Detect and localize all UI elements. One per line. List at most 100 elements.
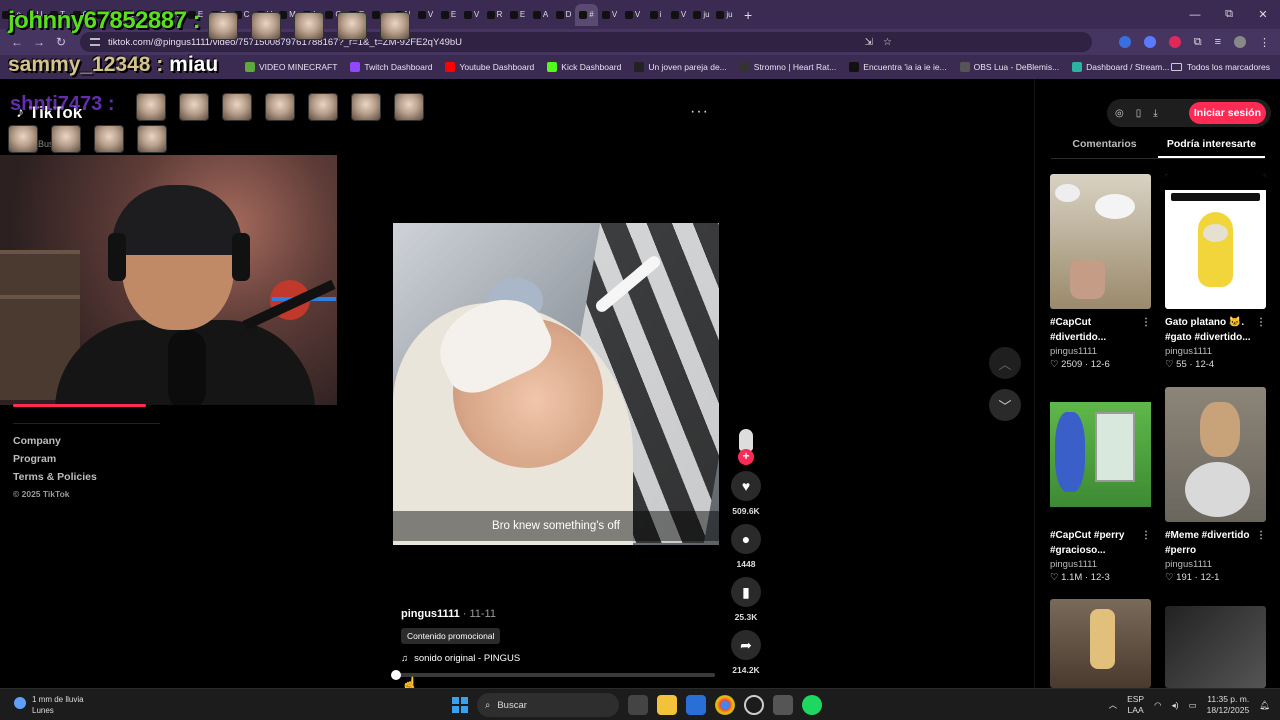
browser-tab[interactable]: # [575, 3, 598, 26]
weather-widget[interactable]: 1 mm de lluvia Lunes [14, 694, 84, 716]
extension-icon[interactable] [1168, 36, 1181, 48]
browser-tab[interactable]: E [506, 4, 529, 26]
windows-start-icon[interactable] [452, 697, 468, 713]
all-bookmarks-button[interactable]: Todos los marcadores [1170, 55, 1270, 79]
phone-icon[interactable]: ▯ [1136, 108, 1142, 119]
save-action[interactable]: ▮ 25.3K [731, 577, 761, 622]
recommended-video[interactable] [1050, 599, 1151, 688]
bookmark-item[interactable]: Kick Dashboard [547, 62, 621, 72]
card-author[interactable]: pingus1111 [1165, 346, 1266, 357]
bookmark-item[interactable]: Dashboard / Stream... [1072, 62, 1169, 72]
heart-icon[interactable]: ♥ [731, 471, 761, 501]
compass-icon[interactable]: ◎ [1115, 108, 1124, 119]
bookmark-star-icon[interactable]: ☆ [883, 37, 892, 48]
site-info-icon[interactable] [90, 38, 100, 46]
recommended-video[interactable] [1165, 606, 1266, 688]
browser-tab[interactable]: A [529, 4, 552, 26]
forward-arrow-icon[interactable]: → [28, 35, 50, 49]
browser-tab[interactable]: i [644, 4, 667, 26]
profile-avatar[interactable] [1234, 36, 1246, 48]
share-arrow-icon[interactable]: ➦ [731, 630, 761, 660]
recommended-video[interactable]: Gato platano 🐱. #gato #divertido... ⋮ ping… [1165, 174, 1266, 370]
bookmark-item[interactable]: Stromno | Heart Rat... [739, 62, 836, 72]
card-author[interactable]: pingus1111 [1050, 346, 1151, 357]
bookmark-item[interactable]: Twitch Dashboard [350, 62, 432, 72]
wifi-icon[interactable]: ◠ [1154, 700, 1161, 711]
card-author[interactable]: pingus1111 [1165, 559, 1266, 570]
footer-link-company[interactable]: Company [13, 435, 97, 447]
video-author[interactable]: pingus1111 · 11-11 [401, 608, 520, 620]
recommended-video[interactable]: #CapCut #perry #gracioso... ⋮ pingus1111 ♡… [1050, 387, 1151, 583]
recommended-video[interactable]: #Meme #divertido #perro ⋮ pingus1111 ♡ 191… [1165, 387, 1266, 583]
video-thumbnail[interactable] [1165, 174, 1266, 309]
download-icon[interactable]: ⤓ [1153, 108, 1157, 119]
tab-you-may-like[interactable]: Podría interesarte [1158, 135, 1265, 158]
back-arrow-icon[interactable]: ← [6, 35, 28, 49]
login-button[interactable]: Iniciar sesión [1188, 102, 1266, 124]
file-explorer-icon[interactable] [657, 695, 677, 715]
video-thumbnail[interactable] [1050, 387, 1151, 522]
extension-icon[interactable] [1143, 36, 1156, 48]
bookmark-item[interactable]: Encuentra 'ia ia ie ie... [849, 62, 947, 72]
more-options-icon[interactable]: ··· [690, 103, 709, 121]
task-view-icon[interactable] [628, 695, 648, 715]
more-icon[interactable]: ⋮ [1141, 315, 1151, 330]
bookmark-item[interactable]: OBS Lua - DeBlemis... [959, 62, 1059, 72]
browser-tab[interactable]: ju [713, 4, 736, 26]
clock[interactable]: 11:35 p. m. 18/12/2025 [1207, 694, 1250, 716]
browser-menu-icon[interactable]: ⋮ [1259, 36, 1270, 49]
maximize-button[interactable]: ⧉ [1212, 0, 1246, 29]
recommended-video[interactable]: #CapCut #divertido... ⋮ pingus1111 ♡ 2509 … [1050, 174, 1151, 370]
browser-tab[interactable]: V [667, 4, 690, 26]
next-video-button[interactable]: ﹀ [989, 389, 1021, 421]
video-progress-bar[interactable] [391, 670, 715, 680]
bookmark-item[interactable]: Un joven pareja de... [634, 62, 727, 72]
card-author[interactable]: pingus1111 [1050, 559, 1151, 570]
tab-comments[interactable]: Comentarios [1051, 135, 1158, 158]
more-icon[interactable]: ⋮ [1256, 528, 1266, 543]
spotify-icon[interactable] [802, 695, 822, 715]
chrome-icon[interactable] [715, 695, 735, 715]
previous-video-button[interactable]: ︿ [989, 347, 1021, 379]
video-thumbnail[interactable] [1050, 599, 1151, 688]
like-action[interactable]: ♥ 509.6K [731, 471, 761, 516]
sound-link[interactable]: ♫ sonido original - PINGUS [401, 653, 520, 664]
steam-icon[interactable] [744, 695, 764, 715]
footer-link-terms[interactable]: Terms & Policies [13, 471, 97, 483]
bookmark-icon[interactable]: ▮ [731, 577, 761, 607]
browser-tab[interactable]: V [460, 4, 483, 26]
video-player[interactable]: Bro knew something's off [393, 223, 719, 545]
reload-icon[interactable]: ↻ [50, 35, 72, 49]
browser-tab[interactable]: V [598, 4, 621, 26]
language-indicator[interactable]: ESP LAA [1127, 694, 1144, 716]
browser-tab[interactable]: E [437, 4, 460, 26]
browser-tab[interactable]: D [552, 4, 575, 26]
share-action[interactable]: ➦ 214.2K [731, 630, 761, 675]
author-avatar[interactable]: + [728, 427, 764, 465]
chevron-up-icon[interactable]: ︿ [1109, 699, 1118, 711]
follow-plus-icon[interactable]: + [738, 449, 754, 465]
bookmark-item[interactable]: VIDEO MINECRAFT [245, 62, 337, 72]
extension-icon[interactable] [1118, 36, 1131, 48]
store-icon[interactable] [686, 695, 706, 715]
footer-link-program[interactable]: Program [13, 453, 97, 465]
new-tab-button[interactable]: + [744, 7, 752, 23]
install-app-icon[interactable]: ⇲ [865, 37, 873, 48]
reading-list-icon[interactable]: ≡ [1215, 36, 1221, 48]
browser-tab[interactable]: V [621, 4, 644, 26]
browser-tab[interactable]: V [414, 4, 437, 26]
minimize-button[interactable]: — [1178, 0, 1212, 29]
video-thumbnail[interactable] [1050, 174, 1151, 309]
comment-action[interactable]: ● 1448 [731, 524, 761, 569]
more-icon[interactable]: ⋮ [1256, 315, 1266, 330]
video-thumbnail[interactable] [1165, 387, 1266, 522]
close-window-button[interactable]: ✕ [1246, 0, 1280, 29]
progress-knob[interactable] [391, 670, 402, 680]
volume-icon[interactable]: ◂) [1172, 700, 1179, 711]
obs-icon[interactable] [773, 695, 793, 715]
browser-tab[interactable]: R [483, 4, 506, 26]
battery-icon[interactable]: ▭ [1189, 700, 1197, 711]
more-icon[interactable]: ⋮ [1141, 528, 1151, 543]
notification-bell-icon[interactable]: 🔔︎ [1259, 700, 1270, 711]
extensions-puzzle-icon[interactable]: ⧉ [1194, 36, 1202, 49]
